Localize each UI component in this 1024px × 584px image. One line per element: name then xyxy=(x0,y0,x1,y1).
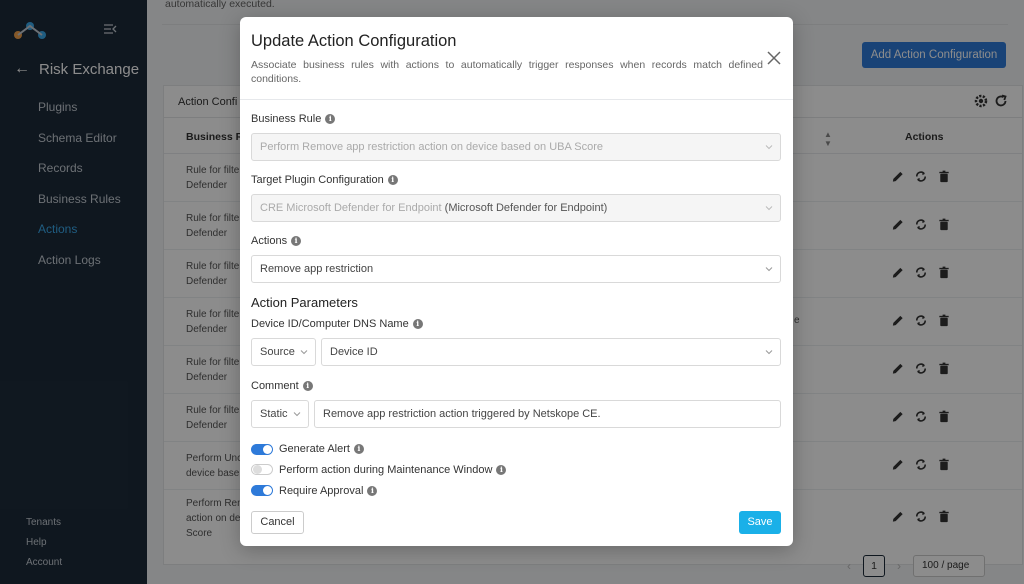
target-plugin-select[interactable]: CRE Microsoft Defender for Endpoint (Mic… xyxy=(251,194,781,222)
info-icon[interactable]: i xyxy=(367,486,378,496)
target-plugin-value-suffix: (Microsoft Defender for Endpoint) xyxy=(444,202,608,214)
generate-alert-text: Generate Alert xyxy=(279,443,350,455)
maintenance-window-toggle[interactable] xyxy=(251,464,273,475)
chevron-down-icon xyxy=(765,145,773,150)
chevron-down-icon xyxy=(765,350,773,355)
comment-input[interactable]: Remove app restriction action triggered … xyxy=(314,400,781,428)
toggle-knob xyxy=(263,486,272,495)
device-id-label-text: Device ID/Computer DNS Name xyxy=(251,318,409,330)
device-id-field-value: Device ID xyxy=(330,346,378,358)
actions-label: Actions i xyxy=(251,235,302,247)
save-button[interactable]: Save xyxy=(739,511,781,534)
info-icon[interactable]: i xyxy=(291,236,302,246)
info-icon[interactable]: i xyxy=(387,175,398,185)
info-icon[interactable]: i xyxy=(353,444,364,454)
business-rule-label-text: Business Rule xyxy=(251,113,322,125)
comment-label-text: Comment xyxy=(251,380,299,392)
chevron-down-icon xyxy=(765,267,773,272)
maintenance-window-label: Perform action during Maintenance Window… xyxy=(279,464,507,476)
business-rule-label: Business Rule i xyxy=(251,113,336,125)
toggle-knob xyxy=(253,465,262,474)
require-approval-text: Require Approval xyxy=(279,485,364,497)
info-icon[interactable]: i xyxy=(412,319,423,329)
actions-select[interactable]: Remove app restriction xyxy=(251,255,781,283)
generate-alert-toggle[interactable] xyxy=(251,444,273,455)
info-icon[interactable]: i xyxy=(496,465,507,475)
chevron-down-icon xyxy=(765,206,773,211)
chevron-down-icon xyxy=(293,412,301,417)
update-action-configuration-modal: Update Action Configuration Associate bu… xyxy=(240,17,793,546)
device-id-label: Device ID/Computer DNS Name i xyxy=(251,318,423,330)
chevron-down-icon xyxy=(300,350,308,355)
business-rule-select[interactable]: Perform Remove app restriction action on… xyxy=(251,133,781,161)
device-id-field-select[interactable]: Device ID xyxy=(321,338,781,366)
maintenance-window-text: Perform action during Maintenance Window xyxy=(279,464,493,476)
modal-title: Update Action Configuration xyxy=(251,32,457,50)
toggle-knob xyxy=(263,445,272,454)
comment-type-select[interactable]: Static xyxy=(251,400,309,428)
device-id-type-select[interactable]: Source xyxy=(251,338,316,366)
info-icon[interactable]: i xyxy=(325,114,336,124)
comment-type-value: Static xyxy=(260,408,288,420)
actions-label-text: Actions xyxy=(251,235,288,247)
comment-value: Remove app restriction action triggered … xyxy=(323,408,601,420)
target-plugin-label: Target Plugin Configuration i xyxy=(251,174,398,186)
business-rule-value: Perform Remove app restriction action on… xyxy=(260,141,604,153)
device-id-type-value: Source xyxy=(260,346,295,358)
info-icon[interactable]: i xyxy=(302,381,313,391)
divider xyxy=(240,99,793,100)
target-plugin-value: CRE Microsoft Defender for Endpoint xyxy=(260,202,442,214)
generate-alert-label: Generate Alert i xyxy=(279,443,364,455)
cancel-button[interactable]: Cancel xyxy=(251,511,304,534)
close-icon[interactable] xyxy=(767,51,781,65)
actions-value: Remove app restriction xyxy=(260,263,374,275)
require-approval-label: Require Approval i xyxy=(279,485,378,497)
modal-description: Associate business rules with actions to… xyxy=(251,59,763,85)
target-plugin-label-text: Target Plugin Configuration xyxy=(251,174,384,186)
action-parameters-heading: Action Parameters xyxy=(251,295,358,310)
comment-label: Comment i xyxy=(251,380,313,392)
require-approval-toggle[interactable] xyxy=(251,485,273,496)
